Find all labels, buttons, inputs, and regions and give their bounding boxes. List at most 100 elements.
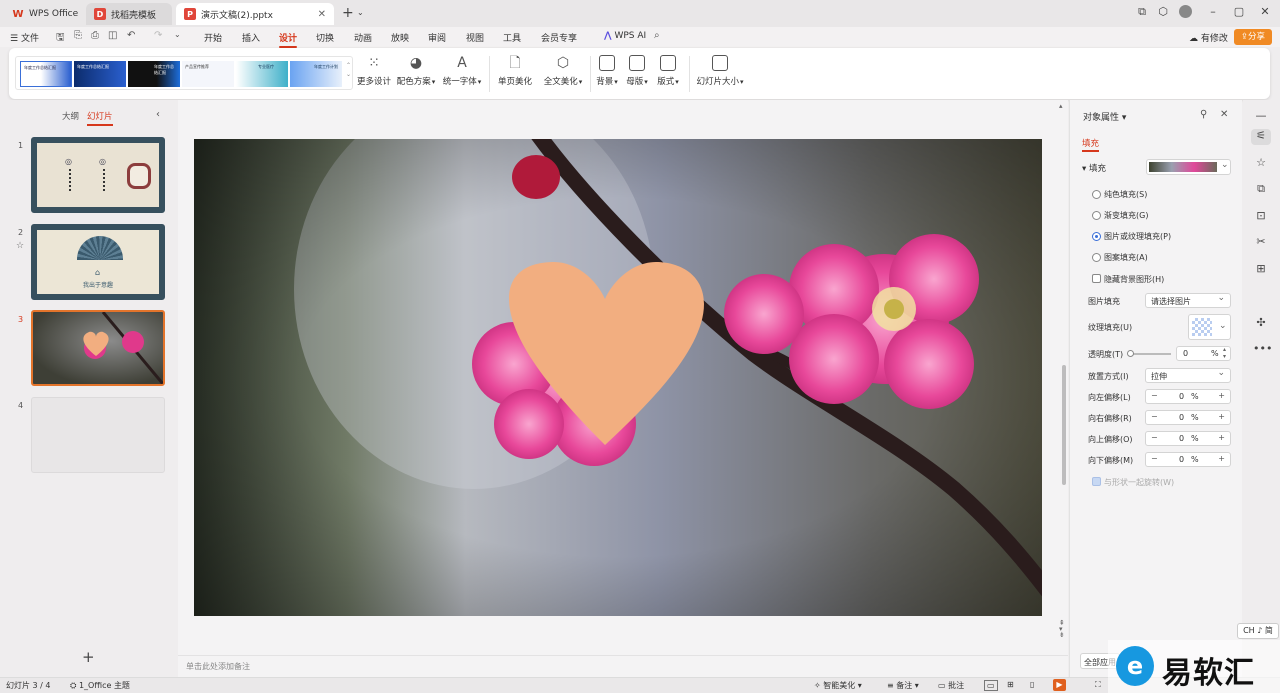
template-thumb[interactable]: 年度工作总结汇报 [128, 61, 180, 87]
avatar[interactable] [1176, 5, 1194, 21]
plus-icon[interactable]: + [1218, 412, 1225, 421]
transparency-slider[interactable] [1127, 350, 1171, 357]
slide-picture[interactable] [194, 139, 1042, 616]
slide-thumb-2[interactable]: ⌂ 我出于意趣 [31, 224, 165, 300]
collapse-dash-icon[interactable]: — [1253, 109, 1269, 125]
hide-background-checkbox[interactable] [1092, 274, 1101, 283]
fill-preview-dropdown[interactable]: ⌄ [1146, 159, 1231, 175]
print-icon[interactable]: ⎙ [91, 30, 99, 41]
more-chevron-icon[interactable]: ⌄ [174, 30, 181, 39]
plus-icon[interactable]: + [1218, 454, 1225, 463]
notes-button[interactable]: ≡ 备注 ▾ [887, 680, 919, 691]
close-icon[interactable]: ✕ [318, 9, 326, 20]
more-design-button[interactable]: ⁙ 更多设计 [354, 55, 394, 87]
play-button[interactable]: ▶ [1053, 679, 1066, 691]
panel-title[interactable]: 对象属性 ▾ [1083, 110, 1126, 123]
picture-fill-select[interactable]: 请选择图片 [1145, 293, 1231, 308]
comments-button[interactable]: ▭ 批注 [938, 680, 964, 691]
close-panel-icon[interactable]: ✕ [1220, 109, 1228, 120]
more-icon[interactable]: ••• [1253, 342, 1272, 358]
slide-canvas[interactable] [194, 139, 1042, 616]
redo-icon[interactable]: ↷ [154, 30, 162, 41]
embed-icon[interactable]: ⊞ [1253, 262, 1269, 278]
sorter-view-icon[interactable]: ⊞ [1007, 680, 1014, 689]
background-button[interactable]: 背景 [593, 55, 621, 87]
menu-insert[interactable]: 插入 [242, 31, 260, 44]
fill-section-header[interactable]: ▾ 填充 [1082, 162, 1106, 174]
template-thumb[interactable]: 年度工作总结汇报 [74, 61, 126, 87]
theme-button[interactable]: ⛭ 1_Office 主题 [70, 680, 130, 691]
share-button[interactable]: ⇪分享 [1234, 29, 1272, 45]
smart-beautify-button[interactable]: ✧ 智能美化 ▾ [814, 680, 862, 691]
minus-icon[interactable]: − [1151, 433, 1158, 442]
plus-icon[interactable]: + [1218, 433, 1225, 442]
menu-review[interactable]: 审阅 [428, 31, 446, 44]
notes-area[interactable]: 单击此处添加备注 [178, 655, 1068, 677]
slide-thumb-3[interactable] [31, 310, 165, 386]
export-icon[interactable]: ⎘ [74, 30, 82, 41]
radio-solid-fill[interactable] [1092, 190, 1101, 199]
properties-icon[interactable]: ⚟ [1251, 129, 1271, 145]
add-slide-button[interactable]: + [82, 648, 95, 666]
template-thumb[interactable]: 年度工作总结汇报 [20, 61, 72, 87]
minus-icon[interactable]: − [1151, 412, 1158, 421]
single-beautify-button[interactable]: 🗋 单页美化 [495, 55, 535, 87]
placement-select[interactable]: 拉伸 [1145, 368, 1231, 383]
menu-tools[interactable]: 工具 [503, 31, 521, 44]
pin-icon[interactable]: ⚲ [1200, 109, 1207, 120]
offset-right-stepper[interactable]: − 0% + [1145, 410, 1231, 425]
tab-outline[interactable]: 大纲 [62, 110, 79, 122]
new-tab-button[interactable]: + [342, 5, 354, 21]
tab-pptx[interactable]: P 演示文稿(2).pptx ✕ [176, 3, 334, 25]
collapse-panel-icon[interactable]: ‹ [156, 109, 160, 120]
prev-slide-icon[interactable]: ⇞ ▾ ⇟ [1059, 620, 1065, 639]
menu-view[interactable]: 视图 [466, 31, 484, 44]
tab-wps-office[interactable]: W WPS Office [4, 3, 82, 25]
tab-slides[interactable]: 幻灯片 [87, 110, 113, 126]
file-menu[interactable]: ☰ 文件 [10, 31, 39, 44]
color-scheme-button[interactable]: ◕ 配色方案 [394, 55, 438, 87]
minus-icon[interactable]: − [1151, 391, 1158, 400]
preview-icon[interactable]: ◫ [108, 30, 117, 41]
star-outline-icon[interactable]: ☆ [1253, 156, 1269, 172]
template-thumb[interactable]: 专业医疗 [236, 61, 288, 87]
radio-pattern-fill[interactable] [1092, 253, 1101, 262]
fit-window-icon[interactable]: ⛶ [1095, 680, 1101, 690]
copy-icon[interactable]: ⧉ [1253, 182, 1269, 198]
minimize-icon[interactable]: – [1204, 5, 1222, 18]
transparency-input[interactable]: 0 % ▴ ▾ [1176, 346, 1231, 361]
gallery-scroll-icon[interactable]: ⌃ ⌄ [346, 61, 351, 79]
edit-status[interactable]: ☁ 有修改 [1189, 31, 1228, 44]
menu-slideshow[interactable]: 放映 [391, 31, 409, 44]
full-beautify-button[interactable]: ⬡ 全文美化 [538, 55, 588, 87]
layout-button[interactable]: 版式 [654, 55, 682, 87]
radio-gradient-fill[interactable] [1092, 211, 1101, 220]
menu-animation[interactable]: 动画 [354, 31, 372, 44]
chevron-down-icon[interactable]: ⌄ [357, 8, 364, 17]
template-thumb[interactable]: 年度工作计划 [290, 61, 342, 87]
offset-bottom-stepper[interactable]: − 0% + [1145, 452, 1231, 467]
search-icon[interactable]: ⌕ [654, 30, 660, 41]
normal-view-icon[interactable]: ▭ [984, 680, 998, 691]
star-icon[interactable]: ☆ [16, 241, 24, 251]
slide-thumb-4[interactable] [31, 397, 165, 473]
plus-icon[interactable]: + [1218, 391, 1225, 400]
tools-icon[interactable]: ✂ [1253, 235, 1269, 251]
tab-docer[interactable]: D 找稻壳模板 [86, 3, 172, 25]
tab-fill[interactable]: 填充 [1082, 137, 1100, 152]
slider-thumb[interactable] [1127, 350, 1134, 357]
reading-view-icon[interactable]: ▯ [1030, 680, 1034, 689]
unify-font-button[interactable]: A 统一字体 [440, 55, 484, 87]
menu-member[interactable]: 会员专享 [541, 31, 577, 44]
cube-icon[interactable]: ⬡ [1154, 5, 1172, 18]
offset-top-stepper[interactable]: − 0% + [1145, 431, 1231, 446]
slide-size-button[interactable]: 幻灯片大小 [695, 55, 745, 87]
window-close-icon[interactable]: ✕ [1256, 5, 1274, 18]
radio-picture-fill[interactable] [1092, 232, 1101, 241]
texture-fill-select[interactable]: ⌄ [1188, 314, 1231, 340]
wps-ai-button[interactable]: ⋀ WPS AI [604, 31, 646, 41]
spin-icon[interactable]: ▴ ▾ [1223, 346, 1226, 360]
template-thumb[interactable]: 产品宣传推荐 [182, 61, 234, 87]
master-button[interactable]: 母版 [623, 55, 651, 87]
undo-icon[interactable]: ↶ [127, 30, 135, 41]
